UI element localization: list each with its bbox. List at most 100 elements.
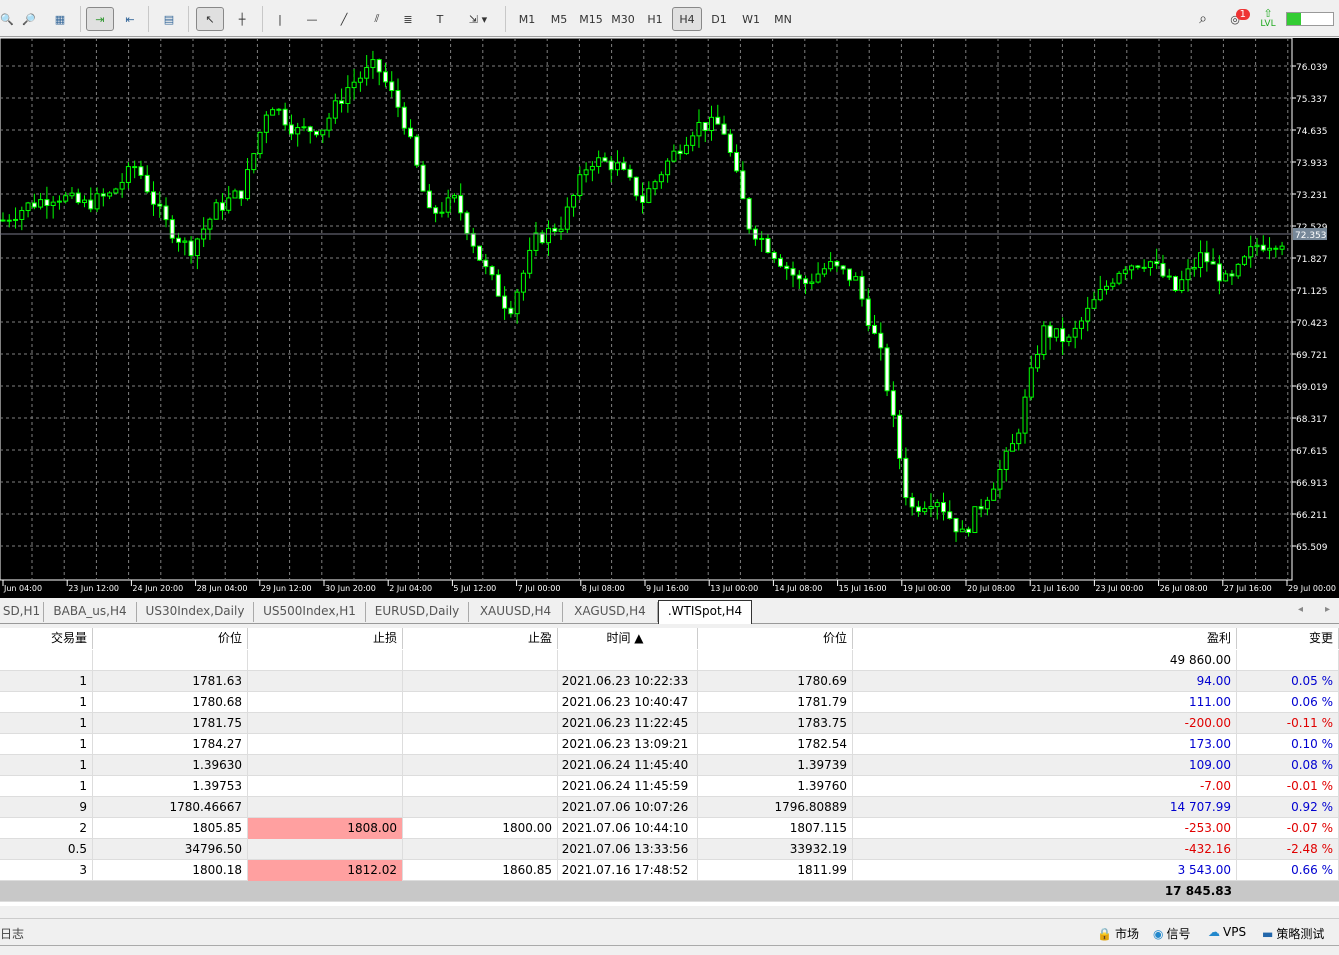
empty-cell: [1237, 650, 1339, 671]
timeframe-mn[interactable]: MN: [768, 7, 798, 31]
table-row[interactable]: 3 1800.18 1812.02 1860.85 2021.07.16 17:48:5…: [0, 860, 1339, 881]
table-row[interactable]: 17 845.83: [0, 881, 1339, 902]
candle: [709, 116, 715, 132]
zoom-out-icon[interactable]: 🔎: [18, 7, 40, 31]
table-cell: 173.00: [853, 734, 1237, 755]
timeframe-m15[interactable]: M15: [576, 7, 606, 31]
table-cell: 1796.80889: [698, 797, 853, 818]
candle: [245, 169, 251, 200]
table-cell: 3: [0, 860, 93, 881]
table-row[interactable]: 1 1.39753 2021.06.24 11:45:59 1.39760 -7.00-…: [0, 776, 1339, 797]
candle: [213, 202, 219, 220]
candle: [658, 174, 664, 183]
templates-icon[interactable]: ▤: [156, 7, 182, 31]
autoscroll-icon[interactable]: ⇥: [86, 7, 114, 31]
table-cell: -0.11 %: [1237, 713, 1339, 734]
signals-button[interactable]: ◉ 信号: [1153, 925, 1191, 942]
price-label: 71.827: [1296, 255, 1328, 265]
candle: [364, 67, 370, 79]
candle: [1279, 245, 1285, 250]
candle: [665, 160, 671, 176]
table-row[interactable]: 1 1.39630 2021.06.24 11:45:40 1.39739 109.00…: [0, 755, 1339, 776]
timeframe-m1[interactable]: M1: [512, 7, 542, 31]
table-cell: 1812.02: [248, 860, 403, 881]
candle: [740, 170, 746, 200]
candle: [194, 238, 200, 257]
timeframe-m5[interactable]: M5: [544, 7, 574, 31]
time-label: 27 Jul 16:00: [1224, 584, 1272, 593]
level-icon[interactable]: ⇧ LVL: [1254, 7, 1282, 31]
fibonacci-icon[interactable]: ≣: [396, 7, 420, 31]
table-row[interactable]: 1 1780.68 2021.06.23 10:40:47 1781.79 111.00…: [0, 692, 1339, 713]
arrows-dropdown-icon[interactable]: ⇲ ▾: [460, 7, 496, 31]
timeframe-w1[interactable]: W1: [736, 7, 766, 31]
candle: [1267, 247, 1273, 251]
price-label: 73.933: [1296, 159, 1328, 169]
chart-tab[interactable]: XAGUSD,H4: [563, 602, 658, 622]
table-row[interactable]: 9 1780.46667 2021.07.06 10:07:26 1796.80889…: [0, 797, 1339, 818]
table-row[interactable]: 2 1805.85 1808.00 1800.00 2021.07.06 10:44:1…: [0, 818, 1339, 839]
zoom-in-icon[interactable]: 🔍: [0, 7, 14, 31]
candle: [1009, 443, 1015, 452]
table-row[interactable]: 0.5 34796.50 2021.07.06 13:33:56 33932.19 -4…: [0, 839, 1339, 860]
table-row[interactable]: 1 1781.63 2021.06.23 10:22:33 1780.69 94.00 0…: [0, 671, 1339, 692]
candle: [696, 121, 702, 137]
crosshair-icon[interactable]: ┼: [230, 7, 254, 31]
timeframe-h4[interactable]: H4: [672, 7, 702, 31]
horizontal-line-icon[interactable]: —: [302, 7, 322, 31]
table-cell: 94.00: [853, 671, 1237, 692]
table-cell: 1.39760: [698, 776, 853, 797]
candlestick-chart[interactable]: 76.03975.33774.63573.93373.23172.52971.8…: [0, 37, 1339, 598]
table-row[interactable]: 49 860.00: [0, 650, 1339, 671]
chart-tab[interactable]: EURUSD,Daily: [366, 602, 469, 622]
candle: [765, 237, 771, 254]
chart-tab[interactable]: US500Index,H1: [254, 602, 366, 622]
price-chart[interactable]: 76.039 75.337 74.635 73.933 73.231 72.529 71.8…: [0, 37, 1339, 598]
candle: [966, 528, 972, 534]
timeframe-d1[interactable]: D1: [704, 7, 734, 31]
tab-journal[interactable]: 日志: [0, 925, 24, 942]
table-row[interactable]: 1 1784.27 2021.06.23 13:09:21 1782.54 173.00…: [0, 734, 1339, 755]
cursor-icon[interactable]: ↖: [196, 7, 224, 31]
table-cell: [403, 734, 558, 755]
equidistant-channel-icon[interactable]: ⫽: [364, 7, 390, 31]
tab-scroll-right-icon[interactable]: ▸: [1325, 604, 1330, 615]
timeframe-h1[interactable]: H1: [640, 7, 670, 31]
candle: [627, 168, 633, 178]
chart-tab[interactable]: XAUUSD,H4: [469, 602, 563, 622]
vertical-line-icon[interactable]: |: [270, 7, 290, 31]
table-row[interactable]: 1 1781.75 2021.06.23 11:22:45 1783.75 -200.0…: [0, 713, 1339, 734]
candle: [401, 106, 407, 129]
chart-tab[interactable]: BABA_us,H4: [44, 602, 137, 622]
search-icon[interactable]: ⌕: [1192, 7, 1214, 31]
table-cell: 1780.46667: [93, 797, 248, 818]
tile-windows-icon[interactable]: ▦: [48, 7, 72, 31]
chart-shift-icon[interactable]: ⇤: [118, 7, 142, 31]
market-button[interactable]: 🔒 市场: [1097, 925, 1139, 942]
candle: [859, 276, 865, 300]
strategy-tester-button[interactable]: ▬ 策略测试: [1262, 925, 1324, 942]
candle: [884, 347, 890, 392]
notifications-icon[interactable]: ◎ 1: [1222, 7, 1250, 31]
tab-scroll-left-icon[interactable]: ◂: [1298, 604, 1303, 615]
vps-button[interactable]: ☁ VPS: [1208, 925, 1246, 939]
chart-tab[interactable]: US30Index,Daily: [137, 602, 254, 622]
notification-badge: 1: [1235, 9, 1250, 20]
trendline-icon[interactable]: ╱: [334, 7, 354, 31]
candle: [125, 166, 131, 183]
chart-tab[interactable]: .WTISpot,H4: [658, 600, 752, 624]
column-header: 交易量: [0, 628, 93, 649]
candle: [890, 390, 896, 416]
signals-icon: ◉: [1153, 926, 1164, 941]
table-cell: -2.48 %: [1237, 839, 1339, 860]
level-arrow-icon: ⇧: [1263, 7, 1273, 20]
text-icon[interactable]: T: [428, 7, 452, 31]
candle: [1047, 325, 1053, 338]
candle: [1154, 261, 1160, 265]
table-cell: [248, 671, 403, 692]
table-row[interactable]: 交易量 价位 止损 止盈 时间 ▲ 价位 盈利 变更: [0, 628, 1339, 649]
table-cell: 2021.06.23 13:09:21: [558, 734, 698, 755]
timeframe-m30[interactable]: M30: [608, 7, 638, 31]
chart-tab[interactable]: SD,H1: [0, 602, 44, 622]
candle: [1160, 263, 1166, 277]
